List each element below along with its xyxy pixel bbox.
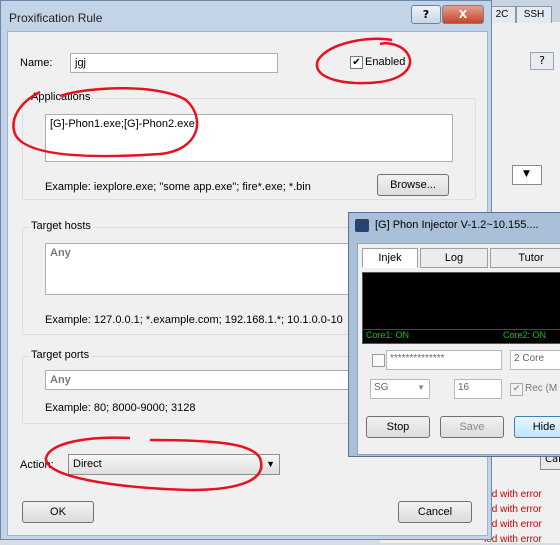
applications-group-label: Applications (29, 91, 93, 103)
phon-injector-window: [G] Phon Injector V-1.2~10.155.... Injek… (348, 212, 560, 457)
error-line: led with error (484, 489, 542, 500)
stop-button[interactable]: Stop (366, 416, 430, 438)
chevron-down-icon: ▼ (523, 169, 530, 179)
region-select[interactable]: SG ▼ (370, 379, 430, 399)
core2-status: Core2: ON (503, 330, 547, 340)
name-label: Name: (20, 57, 53, 69)
target-ports-group-label: Target ports (29, 349, 92, 361)
background-dropdown[interactable]: ▼ (512, 165, 542, 185)
target-hosts-example: Example: 127.0.0.1; *.example.com; 192.1… (45, 314, 343, 326)
injector-body: Injek Log Tutor Core1: ON Core2: ON ****… (357, 243, 560, 455)
tab-injek[interactable]: Injek (362, 248, 418, 268)
applications-input[interactable]: [G]-Phon1.exe;[G]-Phon2.exe; (45, 114, 453, 162)
tab-2c[interactable]: 2C (488, 6, 516, 23)
applications-example: Example: iexplore.exe; "some app.exe"; f… (45, 181, 311, 193)
background-help-button[interactable]: ? (530, 52, 554, 70)
hide-button[interactable]: Hide (514, 416, 560, 438)
enabled-label: Enabled (365, 56, 406, 68)
core1-status: Core1: ON (366, 330, 410, 340)
injector-title: [G] Phon Injector V-1.2~10.155.... (375, 219, 539, 231)
check-icon: ✔ (512, 384, 521, 394)
console-screen: Core1: ON Core2: ON (362, 272, 560, 344)
browse-button[interactable]: Browse... (377, 174, 449, 196)
close-button[interactable]: X (442, 5, 484, 24)
target-hosts-group-label: Target hosts (29, 220, 93, 232)
help-button[interactable]: ? (411, 5, 441, 24)
dialog-title: Proxification Rule (9, 11, 103, 25)
cancel-button[interactable]: Cancel (398, 501, 472, 523)
rec-label: Rec (M (525, 383, 558, 394)
enabled-checkbox[interactable]: ✔ (350, 56, 363, 69)
rec-checkbox[interactable]: ✔ (510, 383, 523, 396)
tab-tutor[interactable]: Tutor (490, 248, 560, 268)
number-input[interactable]: 16 (454, 379, 502, 399)
error-line: led with error (484, 504, 542, 515)
action-value: Direct (73, 458, 102, 470)
action-select[interactable]: Direct ▼ (68, 454, 280, 475)
save-button[interactable]: Save (440, 416, 504, 438)
error-line: led with error (484, 519, 542, 530)
chevron-down-icon: ▼ (266, 459, 275, 469)
check-icon: ✔ (352, 57, 361, 68)
action-label: Action: (20, 459, 54, 471)
password-input[interactable]: ************** (386, 350, 502, 370)
name-input[interactable]: jgj (70, 53, 278, 73)
injector-checkbox[interactable] (372, 354, 385, 367)
tab-log[interactable]: Log (420, 248, 488, 268)
region-value: SG (374, 382, 389, 393)
chevron-down-icon: ▼ (417, 383, 425, 392)
ok-button[interactable]: OK (22, 501, 94, 523)
tab-ssh[interactable]: SSH (516, 6, 552, 23)
core-select[interactable]: 2 Core (510, 350, 560, 370)
target-ports-example: Example: 80; 8000-9000; 3128 (45, 402, 196, 414)
applications-group: Applications [G]-Phon1.exe;[G]-Phon2.exe… (22, 91, 476, 200)
error-line: led with error (484, 534, 542, 545)
app-logo-icon (355, 219, 369, 232)
